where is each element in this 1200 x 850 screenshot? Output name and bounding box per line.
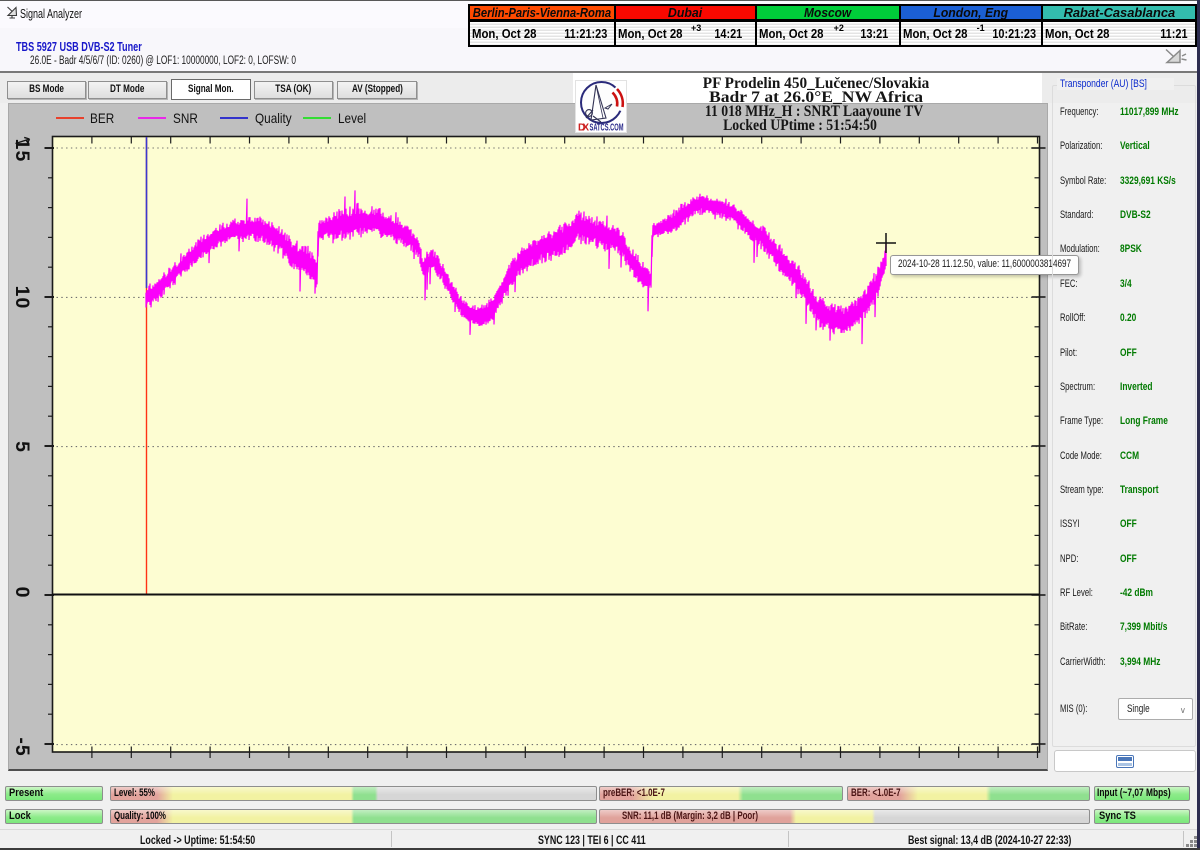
svg-text:15: 15 <box>11 139 33 163</box>
svg-text:-5: -5 <box>11 737 33 756</box>
svg-text:10: 10 <box>11 286 33 310</box>
svg-text:0: 0 <box>11 587 33 599</box>
svg-text:5: 5 <box>11 441 33 453</box>
